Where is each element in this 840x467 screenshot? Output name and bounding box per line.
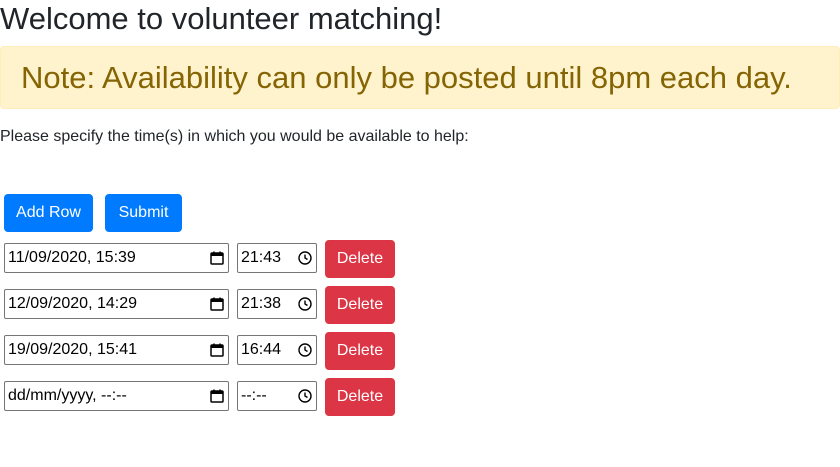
availability-note-alert: Note: Availability can only be posted un… (0, 46, 840, 109)
calendar-icon[interactable] (210, 251, 224, 265)
clock-icon[interactable] (298, 297, 312, 311)
calendar-icon[interactable] (210, 297, 224, 311)
calendar-icon[interactable] (210, 343, 224, 357)
delete-row-button[interactable]: Delete (325, 332, 395, 370)
clock-icon[interactable] (298, 251, 312, 265)
datetime-input-1[interactable]: 11/09/2020, 15:39 (4, 243, 229, 273)
datetime-value: 11/09/2020, 15:39 (8, 249, 136, 266)
time-value: 21:38 (241, 295, 282, 312)
volunteer-matching-page: Welcome to volunteer matching! Note: Ava… (0, 0, 840, 467)
time-input-1[interactable]: 21:43 (237, 243, 317, 273)
datetime-placeholder: dd/mm/yyyy, --:-- (8, 387, 127, 404)
add-row-button[interactable]: Add Row (4, 194, 93, 232)
instructions-text: Please specify the time(s) in which you … (0, 128, 469, 145)
datetime-input-4[interactable]: dd/mm/yyyy, --:-- (4, 381, 229, 411)
delete-row-button[interactable]: Delete (325, 240, 395, 278)
datetime-input-3[interactable]: 19/09/2020, 15:41 (4, 335, 229, 365)
availability-row-2: 12/09/2020, 14:29 21:38 Delete (0, 286, 420, 324)
availability-row-1: 11/09/2020, 15:39 21:43 Delete (0, 240, 420, 278)
datetime-input-2[interactable]: 12/09/2020, 14:29 (4, 289, 229, 319)
calendar-icon[interactable] (210, 389, 224, 403)
availability-row-3: 19/09/2020, 15:41 16:44 Delete (0, 332, 420, 370)
clock-icon[interactable] (298, 343, 312, 357)
time-input-2[interactable]: 21:38 (237, 289, 317, 319)
clock-icon[interactable] (298, 389, 312, 403)
delete-row-button[interactable]: Delete (325, 378, 395, 416)
availability-row-4: dd/mm/yyyy, --:-- --:-- Delete (0, 378, 420, 416)
datetime-value: 12/09/2020, 14:29 (8, 295, 138, 312)
time-input-3[interactable]: 16:44 (237, 335, 317, 365)
time-value: 16:44 (241, 341, 282, 358)
datetime-value: 19/09/2020, 15:41 (8, 341, 138, 358)
delete-row-button[interactable]: Delete (325, 286, 395, 324)
time-value: 21:43 (241, 249, 282, 266)
time-input-4[interactable]: --:-- (237, 381, 317, 411)
page-title: Welcome to volunteer matching! (0, 1, 443, 36)
time-placeholder: --:-- (241, 387, 267, 404)
submit-button[interactable]: Submit (105, 194, 182, 232)
